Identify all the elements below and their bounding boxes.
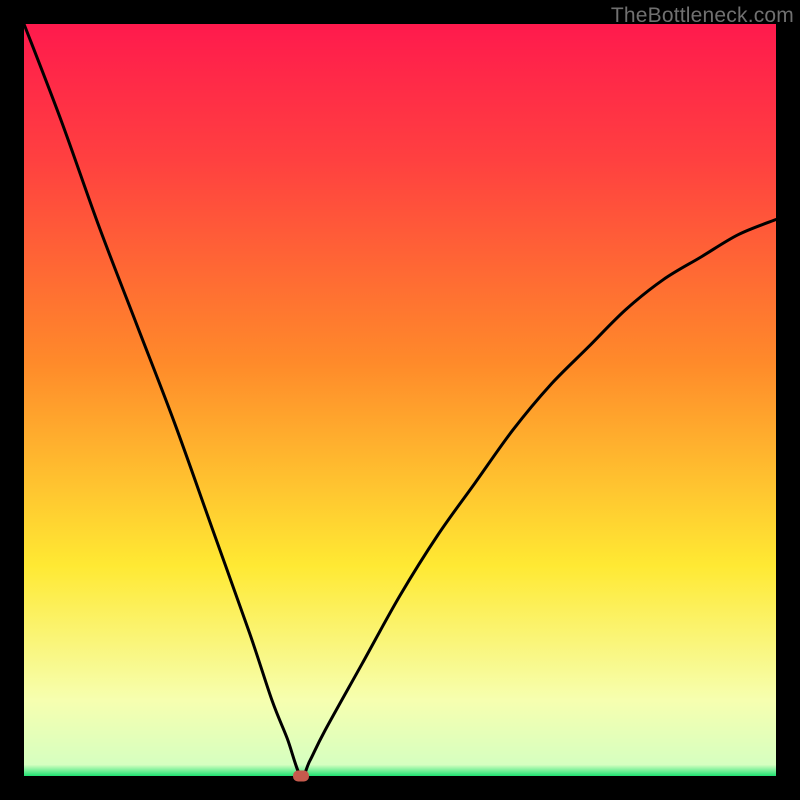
plot-area xyxy=(24,24,776,776)
watermark-text: TheBottleneck.com xyxy=(611,4,794,28)
min-marker xyxy=(293,771,309,782)
bottleneck-curve xyxy=(24,24,776,776)
